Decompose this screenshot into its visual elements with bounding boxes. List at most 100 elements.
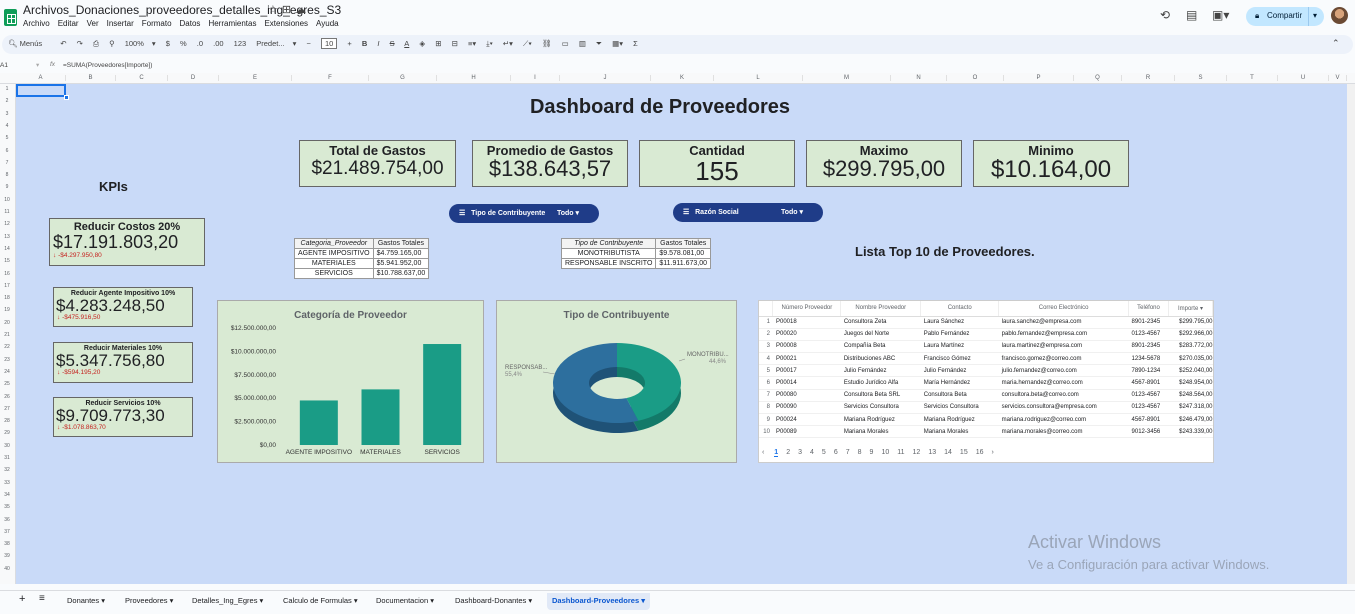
menu-datos[interactable]: Datos: [180, 19, 201, 28]
menu-archivo[interactable]: Archivo: [23, 19, 50, 28]
row-header[interactable]: 31: [0, 455, 14, 461]
page-link[interactable]: 6: [834, 449, 838, 456]
row-header[interactable]: 40: [0, 566, 14, 572]
header-importe[interactable]: Importe ▾: [1168, 301, 1214, 317]
tab-donantes[interactable]: Donantes ▾: [67, 596, 105, 605]
borders-icon[interactable]: ⊞: [435, 39, 441, 48]
row-header[interactable]: 18: [0, 295, 14, 301]
column-header[interactable]: O: [947, 75, 1004, 81]
pivot-cell[interactable]: $4.759.165,00: [372, 248, 430, 259]
table-row[interactable]: 10 P00089 Mariana Morales Mariana Morales ma…: [759, 425, 1213, 439]
row-header[interactable]: 21: [0, 332, 14, 338]
bold-button[interactable]: B: [362, 39, 367, 48]
row-header[interactable]: 2: [0, 98, 14, 104]
row-header[interactable]: 32: [0, 467, 14, 473]
column-header[interactable]: V: [1329, 75, 1347, 81]
row-header[interactable]: 28: [0, 418, 14, 424]
pivot-cell[interactable]: $10.788.637,00: [372, 268, 430, 279]
strikethrough-button[interactable]: S: [390, 39, 395, 48]
row-header[interactable]: 39: [0, 553, 14, 559]
zoom-select[interactable]: 100%: [125, 39, 144, 48]
comments-icon[interactable]: ▤: [1186, 8, 1197, 22]
header-numero[interactable]: Número Proveedor: [772, 301, 842, 317]
row-header[interactable]: 24: [0, 369, 14, 375]
page-link[interactable]: 14: [944, 449, 952, 456]
add-sheet-icon[interactable]: +: [19, 593, 25, 605]
page-link[interactable]: 15: [960, 449, 968, 456]
bar-chart-categoria[interactable]: Categoría de Proveedor $0,00 $2.500.000,0…: [217, 300, 484, 463]
row-header[interactable]: 26: [0, 394, 14, 400]
top10-table-chart[interactable]: Número Proveedor Nombre Proveedor Contac…: [758, 300, 1214, 463]
header-telefono[interactable]: Teléfono: [1128, 301, 1169, 317]
column-header[interactable]: L: [714, 75, 803, 81]
share-options-chevron-icon[interactable]: ▾: [1308, 7, 1324, 26]
row-header[interactable]: 29: [0, 430, 14, 436]
column-header[interactable]: C: [116, 75, 168, 81]
page-link[interactable]: 16: [976, 449, 984, 456]
prev-page-icon[interactable]: ‹: [762, 449, 764, 456]
name-box-chevron-icon[interactable]: ▾: [36, 61, 39, 69]
redo-icon[interactable]: ↷: [77, 39, 83, 48]
row-header[interactable]: 34: [0, 492, 14, 498]
all-sheets-icon[interactable]: ≡: [39, 593, 45, 604]
name-box[interactable]: A1: [0, 62, 8, 69]
row-header[interactable]: 19: [0, 307, 14, 313]
collapse-toolbar-icon[interactable]: ⌃: [1332, 38, 1340, 49]
table-row[interactable]: 8 P00090 Servicios Consultora Servicios Con…: [759, 401, 1213, 415]
row-header[interactable]: 11: [0, 209, 14, 215]
row-header[interactable]: 37: [0, 529, 14, 535]
menu-ver[interactable]: Ver: [87, 19, 99, 28]
donut-chart-tipo[interactable]: Tipo de Contribuyente MONOTRIBU... 44,6% R…: [496, 300, 737, 463]
chart-icon[interactable]: ▥: [579, 39, 586, 48]
column-header[interactable]: A: [16, 75, 66, 81]
table-row[interactable]: 4 P00021 Distribuciones ABC Francisco Gómez…: [759, 352, 1213, 366]
row-header[interactable]: 4: [0, 123, 14, 129]
row-header[interactable]: 14: [0, 246, 14, 252]
page-link[interactable]: 13: [928, 449, 936, 456]
row-header[interactable]: 23: [0, 357, 14, 363]
column-header[interactable]: K: [651, 75, 714, 81]
star-icon[interactable]: ☆: [268, 4, 282, 16]
tab-dashboard-proveedores[interactable]: Dashboard-Proveedores ▾: [547, 593, 650, 610]
text-wrap-icon[interactable]: ↵▾: [503, 39, 513, 48]
row-header[interactable]: 3: [0, 111, 14, 117]
column-header[interactable]: R: [1122, 75, 1175, 81]
table-row[interactable]: 2 P00020 Juegos del Norte Pablo Fernández pa…: [759, 328, 1213, 341]
column-header[interactable]: U: [1278, 75, 1329, 81]
menu-formato[interactable]: Formato: [142, 19, 172, 28]
pivot-cell[interactable]: AGENTE IMPOSITIVO: [294, 248, 374, 259]
row-header[interactable]: 6: [0, 148, 14, 154]
page-link[interactable]: 11: [897, 449, 904, 456]
row-header[interactable]: 35: [0, 504, 14, 510]
next-page-icon[interactable]: ›: [992, 449, 994, 456]
link-icon[interactable]: ⛓︎: [542, 39, 552, 48]
undo-icon[interactable]: ↶: [60, 39, 66, 48]
print-icon[interactable]: ⎙: [93, 39, 99, 48]
page-link[interactable]: 9: [870, 449, 874, 456]
column-header[interactable]: H: [437, 75, 511, 81]
pivot-cell[interactable]: $11.911.673,00: [655, 258, 712, 269]
row-header[interactable]: 7: [0, 160, 14, 166]
row-header[interactable]: 15: [0, 258, 14, 264]
menu-herramientas[interactable]: Herramientas: [208, 19, 256, 28]
meet-icon[interactable]: ▣▾: [1212, 8, 1229, 22]
filter-views-icon[interactable]: ▦▾: [612, 39, 623, 48]
column-header[interactable]: I: [511, 75, 560, 81]
row-header[interactable]: 12: [0, 221, 14, 227]
history-icon[interactable]: ⟲: [1160, 8, 1170, 22]
column-header[interactable]: D: [168, 75, 219, 81]
font-size-decrease-icon[interactable]: −: [306, 39, 310, 48]
menu-ayuda[interactable]: Ayuda: [316, 19, 339, 28]
row-header[interactable]: 20: [0, 320, 14, 326]
pivot-cell[interactable]: $5.941.952,00: [372, 258, 430, 269]
tab-documentacion[interactable]: Documentacion ▾: [376, 596, 434, 605]
text-rotate-icon[interactable]: ⟋▾: [523, 39, 532, 48]
page-link[interactable]: 4: [810, 449, 814, 456]
bar[interactable]: [423, 344, 462, 445]
fill-handle[interactable]: [64, 95, 69, 100]
bar[interactable]: [299, 400, 338, 445]
row-header[interactable]: 9: [0, 184, 14, 190]
page-link[interactable]: 12: [913, 449, 921, 456]
table-row[interactable]: 1 P00018 Consultora Zeta Laura Sánchez laura…: [759, 316, 1213, 329]
column-header[interactable]: S: [1175, 75, 1227, 81]
